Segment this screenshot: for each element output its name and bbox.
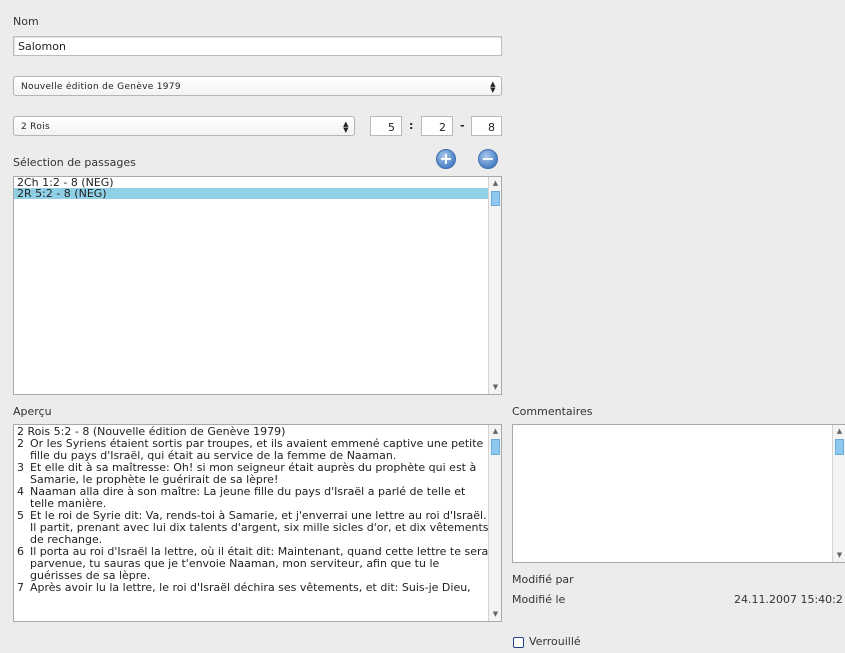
verse-item: 6 Il porta au roi d'Israël la lettre, où … — [14, 545, 488, 582]
arrow-up-icon[interactable]: ▲ — [490, 178, 501, 189]
arrow-down-icon[interactable]: ▼ — [490, 609, 501, 620]
apercu-label: Aperçu — [13, 405, 52, 418]
nom-input[interactable]: Salomon — [13, 36, 502, 56]
verse-number: 4 — [17, 485, 24, 498]
verse-item: 5 Et le roi de Syrie dit: Va, rends-toi à… — [14, 509, 488, 546]
verse-number: 6 — [17, 545, 24, 558]
verse-item: 7 Après avoir lu la lettre, le roi d'Isra… — [14, 582, 485, 594]
scrollbar-thumb[interactable] — [491, 191, 500, 206]
scrollbar-thumb[interactable] — [835, 439, 844, 455]
commentaires-textarea[interactable]: ▲ ▼ — [512, 424, 845, 563]
verse-text: Naaman alla dire à son maître: La jeune … — [30, 486, 485, 510]
verse-number: 7 — [17, 581, 24, 594]
verse-number: 2 — [17, 437, 24, 450]
scrollbar-thumb[interactable] — [491, 439, 500, 455]
verrouille-label: Verrouillé — [529, 635, 581, 648]
edition-select[interactable]: Nouvelle édition de Genève 1979 ▲ ▼ — [13, 76, 502, 96]
passage-list-scrollbar[interactable]: ▲ ▼ — [488, 177, 501, 394]
verse-number: 5 — [17, 509, 24, 522]
verse-line: Après avoir lu la lettre, le roi d'Israë… — [30, 581, 471, 594]
book-select[interactable]: 2 Rois ▲ ▼ — [13, 116, 355, 136]
arrow-down-icon[interactable]: ▼ — [490, 382, 501, 393]
verse-text: Or les Syriens étaient sortis par troupe… — [30, 438, 487, 462]
commentaires-scrollbar[interactable]: ▲ ▼ — [832, 425, 845, 562]
modified-at-value: 24.11.2007 15:40:2 — [734, 593, 843, 606]
verse-number: 3 — [17, 461, 24, 474]
updown-arrows-icon: ▲ ▼ — [343, 120, 349, 134]
plus-circle-icon: + — [439, 149, 453, 168]
nom-label: Nom — [13, 15, 39, 28]
verrouille-checkbox[interactable] — [513, 637, 524, 648]
verse-item: 3 Et elle dit à sa maîtresse: Oh! si mon … — [14, 462, 485, 486]
remove-passage-button[interactable]: − — [478, 149, 498, 169]
verse-text: Après avoir lu la lettre, le roi d'Israë… — [30, 582, 485, 594]
chapter-verse-separator: : — [409, 119, 414, 132]
edition-select-value: Nouvelle édition de Genève 1979 — [21, 82, 181, 92]
arrow-down-icon[interactable]: ▼ — [834, 550, 845, 561]
apercu-scrollbar[interactable]: ▲ ▼ — [488, 425, 501, 621]
verse-text: Et le roi de Syrie dit: Va, rends-toi à … — [30, 510, 492, 546]
minus-circle-icon: − — [481, 149, 495, 168]
modified-by-label: Modifié par — [512, 573, 574, 586]
verse-item: 2 Or les Syriens étaient sortis par troup… — [14, 438, 485, 462]
verse-end-input[interactable]: 8 — [471, 116, 502, 136]
chapter-input[interactable]: 5 — [370, 116, 402, 136]
verse-start-input[interactable]: 2 — [421, 116, 453, 136]
modified-at-label: Modifié le — [512, 593, 566, 606]
passage-list[interactable]: 2Ch 1:2 - 8 (NEG) 2R 5:2 - 8 (NEG) ▲ ▼ — [13, 176, 502, 395]
verse-item: 4 Naaman alla dire à son maître: La jeune… — [14, 486, 485, 510]
selection-label: Sélection de passages — [13, 156, 136, 169]
book-select-value: 2 Rois — [21, 122, 50, 132]
verse-text: Il porta au roi d'Israël la lettre, où i… — [30, 546, 492, 582]
add-passage-button[interactable]: + — [436, 149, 456, 169]
arrow-up-icon[interactable]: ▲ — [490, 426, 501, 437]
updown-arrows-icon: ▲ ▼ — [490, 80, 496, 94]
commentaires-label: Commentaires — [512, 405, 593, 418]
list-item-selected[interactable]: 2R 5:2 - 8 (NEG) — [14, 188, 501, 199]
arrow-up-icon[interactable]: ▲ — [834, 426, 845, 437]
verse-range-separator: - — [460, 119, 465, 132]
apercu-text[interactable]: 2 Rois 5:2 - 8 (Nouvelle édition de Genè… — [13, 424, 502, 622]
verse-text: Et elle dit à sa maîtresse: Oh! si mon s… — [30, 462, 485, 486]
